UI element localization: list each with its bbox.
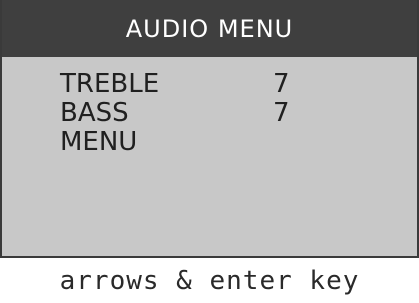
- bass-label: BASS: [60, 98, 129, 128]
- bass-value: 7: [273, 98, 290, 128]
- menu-title: AUDIO MENU: [2, 0, 417, 57]
- treble-label: TREBLE: [60, 69, 160, 99]
- menu-item-menu[interactable]: MENU: [60, 128, 380, 157]
- menu-item-treble[interactable]: TREBLE 7: [60, 70, 380, 99]
- menu-label: MENU: [60, 127, 138, 157]
- menu-item-bass[interactable]: BASS 7: [60, 99, 380, 128]
- treble-value: 7: [273, 69, 290, 99]
- audio-menu-screen: AUDIO MENU TREBLE 7 BASS 7 MENU: [0, 0, 419, 258]
- audio-menu-list: TREBLE 7 BASS 7 MENU: [60, 70, 380, 157]
- footer-hint: arrows & enter key: [0, 258, 419, 303]
